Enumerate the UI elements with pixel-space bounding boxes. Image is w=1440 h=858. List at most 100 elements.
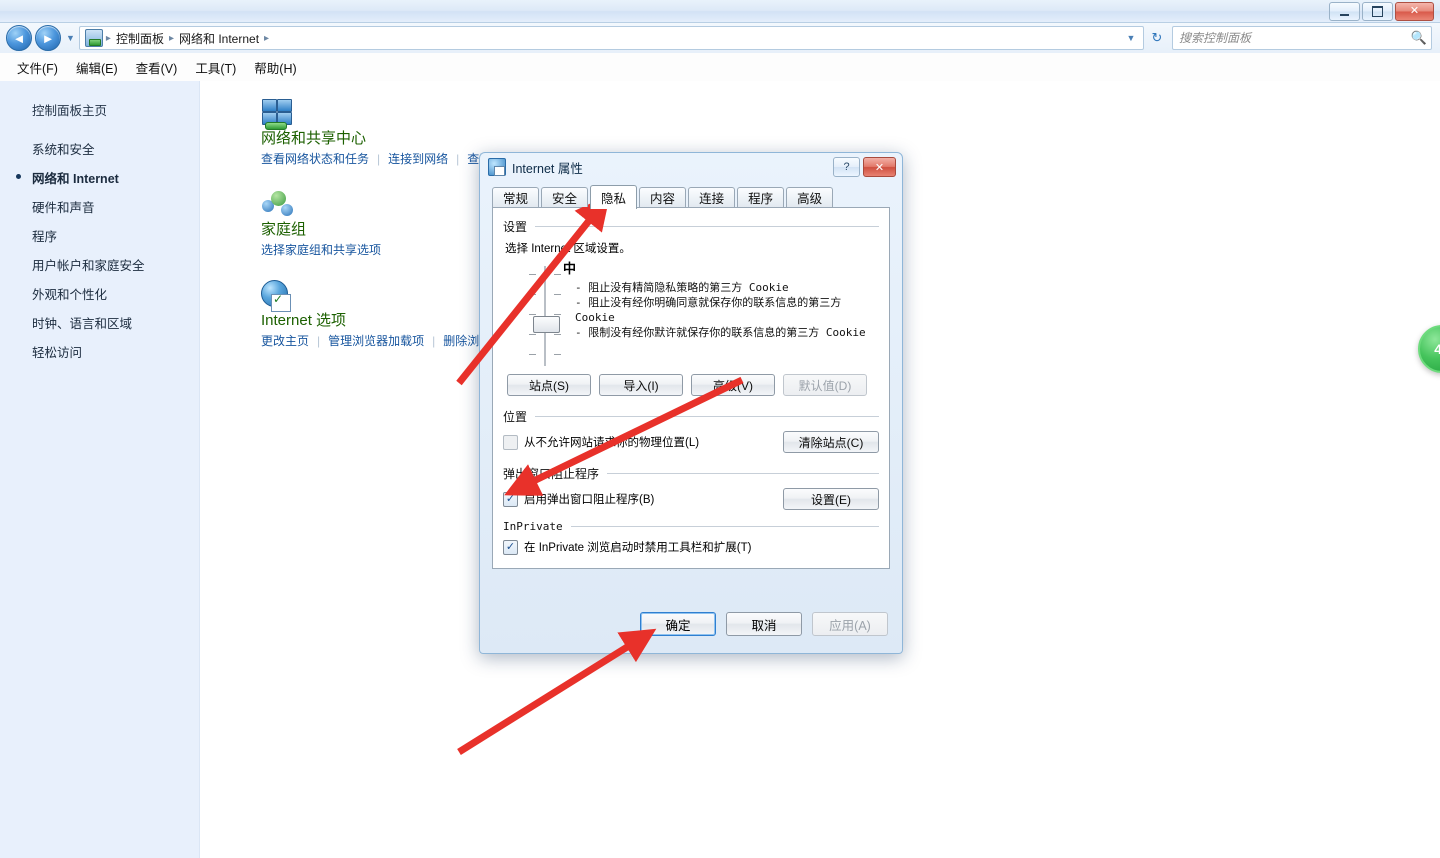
- internet-properties-dialog: Internet 属性 ? ✕ 常规 安全 隐私 内容 连接 程序 高级 设置 …: [479, 152, 903, 654]
- menu-view[interactable]: 查看(V): [127, 54, 187, 81]
- tab-privacy[interactable]: 隐私: [590, 185, 638, 209]
- homegroup-icon: [261, 188, 295, 222]
- menu-edit[interactable]: 编辑(E): [67, 54, 127, 81]
- sidebar: 控制面板主页 系统和安全 网络和 Internet 硬件和声音 程序 用户帐户和…: [0, 81, 200, 858]
- group-divider: [570, 526, 879, 527]
- import-button[interactable]: 导入(I): [599, 374, 683, 396]
- network-icon: [261, 97, 295, 131]
- advanced-button[interactable]: 高级(V): [691, 374, 775, 396]
- tab-connections[interactable]: 连接: [688, 187, 736, 207]
- address-bar: ◄ ► ▼ ▸ 控制面板 ▸ 网络和 Internet ▸ ▼ ↻ 🔍: [0, 23, 1440, 53]
- category-title[interactable]: 网络和共享中心: [261, 129, 1440, 149]
- breadcrumb-separator-1: ▸: [168, 32, 174, 44]
- dialog-tabs: 常规 安全 隐私 内容 连接 程序 高级: [492, 185, 902, 209]
- popup-settings-button[interactable]: 设置(E): [783, 488, 879, 510]
- breadcrumb-separator-2: ▸: [264, 32, 270, 44]
- menu-help[interactable]: 帮助(H): [245, 54, 305, 81]
- sidebar-item-clock-language[interactable]: 时钟、语言和区域: [0, 308, 199, 337]
- menu-bar: 文件(F) 编辑(E) 查看(V) 工具(T) 帮助(H): [0, 53, 1440, 81]
- popup-blocker-group: 弹出窗口阻止程序 启用弹出窗口阻止程序(B) 设置(E): [503, 465, 879, 510]
- sidebar-item-programs[interactable]: 程序: [0, 221, 199, 250]
- search-box[interactable]: 🔍: [1172, 26, 1432, 50]
- internet-properties-icon: [488, 158, 506, 176]
- link-change-homepage[interactable]: 更改主页: [261, 332, 309, 350]
- privacy-tab-panel: 设置 选择 Internet 区域设置。 中 - 阻止没有精简隐私策略的第三方 …: [492, 207, 890, 569]
- apply-button: 应用(A): [812, 612, 888, 636]
- tab-advanced[interactable]: 高级: [786, 187, 834, 207]
- close-button[interactable]: ✕: [1395, 2, 1434, 21]
- zone-desc-line-1: - 阻止没有经你明确同意就保存你的联系信息的第三方 Cookie: [575, 296, 842, 324]
- control-panel-icon: [84, 29, 103, 47]
- popup-blocker-group-label: 弹出窗口阻止程序: [503, 467, 600, 481]
- tab-content[interactable]: 内容: [639, 187, 687, 207]
- dialog-title: Internet 属性: [512, 161, 583, 176]
- breadcrumb-dropdown-icon[interactable]: ▼: [1123, 33, 1139, 43]
- inprivate-group: InPrivate 在 InPrivate 浏览启动时禁用工具栏和扩展(T): [503, 520, 879, 555]
- dialog-close-button[interactable]: ✕: [863, 157, 896, 177]
- breadcrumb-separator-0: ▸: [105, 32, 111, 44]
- dialog-titlebar: Internet 属性 ? ✕: [480, 153, 902, 181]
- tab-programs[interactable]: 程序: [737, 187, 785, 207]
- cancel-button[interactable]: 取消: [726, 612, 802, 636]
- breadcrumb[interactable]: ▸ 控制面板 ▸ 网络和 Internet ▸ ▼: [78, 26, 1144, 50]
- location-checkbox-row[interactable]: 从不允许网站请求你的物理位置(L): [503, 434, 699, 450]
- search-input[interactable]: [1177, 30, 1411, 46]
- link-choose-homegroup-options[interactable]: 选择家庭组和共享选项: [261, 241, 381, 259]
- clear-sites-button[interactable]: 清除站点(C): [783, 431, 879, 453]
- breadcrumb-item-1[interactable]: 网络和 Internet: [175, 30, 263, 47]
- sidebar-item-home[interactable]: 控制面板主页: [0, 95, 199, 124]
- refresh-icon[interactable]: ↻: [1146, 27, 1168, 49]
- group-divider: [535, 226, 879, 227]
- minimize-button[interactable]: [1329, 2, 1360, 21]
- location-group: 位置 从不允许网站请求你的物理位置(L) 清除站点(C): [503, 408, 879, 453]
- zone-desc-line-2: - 限制没有经你默许就保存你的联系信息的第三方 Cookie: [575, 326, 866, 339]
- menu-file[interactable]: 文件(F): [8, 54, 67, 81]
- breadcrumb-item-0[interactable]: 控制面板: [112, 30, 168, 47]
- settings-instruction: 选择 Internet 区域设置。: [505, 243, 631, 255]
- popup-blocker-checkbox[interactable]: [503, 491, 518, 507]
- window-controls: ✕: [1329, 2, 1434, 21]
- settings-group: 设置 选择 Internet 区域设置。 中 - 阻止没有精简隐私策略的第三方 …: [503, 218, 879, 396]
- internet-options-icon: [261, 279, 295, 313]
- link-connect-to-network[interactable]: 连接到网络: [388, 150, 448, 168]
- dialog-footer: 确定 取消 应用(A): [480, 595, 902, 653]
- sidebar-item-ease-of-access[interactable]: 轻松访问: [0, 337, 199, 366]
- ok-button[interactable]: 确定: [640, 612, 716, 636]
- tab-general[interactable]: 常规: [492, 187, 540, 207]
- slider-thumb[interactable]: [533, 316, 560, 333]
- popup-checkbox-row[interactable]: 启用弹出窗口阻止程序(B): [503, 491, 654, 507]
- sidebar-item-network-internet[interactable]: 网络和 Internet: [0, 163, 199, 192]
- group-divider: [535, 416, 879, 417]
- zone-level-label: 中: [563, 261, 577, 276]
- link-manage-addons[interactable]: 管理浏览器加载项: [328, 332, 424, 350]
- settings-group-label: 设置: [503, 220, 528, 234]
- sidebar-item-system-security[interactable]: 系统和安全: [0, 134, 199, 163]
- link-view-network-status[interactable]: 查看网络状态和任务: [261, 150, 369, 168]
- tab-security[interactable]: 安全: [541, 187, 589, 207]
- forward-button[interactable]: ►: [35, 25, 61, 51]
- back-button[interactable]: ◄: [6, 25, 32, 51]
- window-titlebar: ✕: [0, 0, 1440, 23]
- popup-blocker-checkbox-label: 启用弹出窗口阻止程序(B): [524, 494, 655, 506]
- menu-tools[interactable]: 工具(T): [186, 54, 245, 81]
- inprivate-checkbox[interactable]: [503, 539, 518, 555]
- maximize-button[interactable]: [1362, 2, 1393, 21]
- default-button: 默认值(D): [783, 374, 867, 396]
- location-checkbox[interactable]: [503, 434, 518, 450]
- privacy-level-slider[interactable]: [527, 266, 563, 366]
- search-icon: 🔍: [1410, 30, 1427, 45]
- sidebar-item-appearance[interactable]: 外观和个性化: [0, 279, 199, 308]
- dialog-help-button[interactable]: ?: [833, 157, 860, 177]
- sidebar-item-user-accounts[interactable]: 用户帐户和家庭安全: [0, 250, 199, 279]
- inprivate-group-label: InPrivate: [503, 520, 563, 533]
- sites-button[interactable]: 站点(S): [507, 374, 591, 396]
- sidebar-item-hardware-sound[interactable]: 硬件和声音: [0, 192, 199, 221]
- location-checkbox-label: 从不允许网站请求你的物理位置(L): [524, 437, 700, 449]
- inprivate-checkbox-row[interactable]: 在 InPrivate 浏览启动时禁用工具栏和扩展(T): [503, 539, 879, 555]
- settings-buttons: 站点(S) 导入(I) 高级(V) 默认值(D): [503, 374, 879, 396]
- group-divider: [607, 473, 879, 474]
- zone-description: - 阻止没有精简隐私策略的第三方 Cookie - 阻止没有经你明确同意就保存你…: [575, 280, 875, 340]
- history-dropdown-icon[interactable]: ▼: [66, 33, 75, 43]
- zone-slider-area: 中 - 阻止没有精简隐私策略的第三方 Cookie - 阻止没有经你明确同意就保…: [503, 258, 879, 368]
- location-group-label: 位置: [503, 410, 528, 424]
